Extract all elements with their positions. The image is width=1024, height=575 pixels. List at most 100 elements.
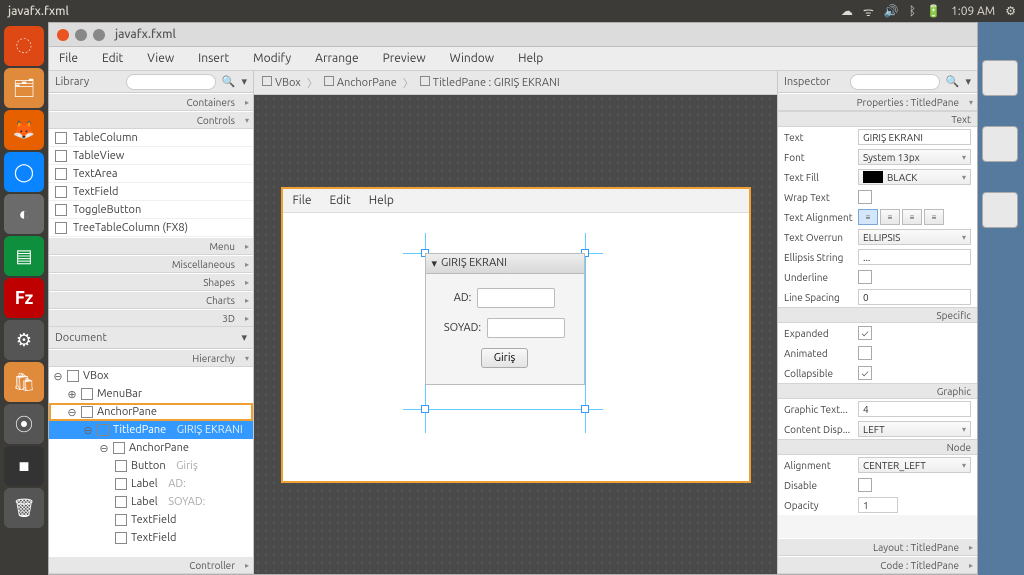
prop-text-input[interactable]: GIRIŞ EKRANI	[858, 129, 971, 145]
inspector-search-input[interactable]	[850, 74, 940, 90]
cloud-icon[interactable]: ☁	[841, 4, 853, 18]
preview-menu-help[interactable]: Help	[369, 194, 394, 207]
align-justify-button[interactable]: ≡	[924, 209, 944, 225]
library-item-textarea[interactable]: TextArea	[49, 165, 253, 183]
library-section-containers[interactable]: Containers	[49, 93, 253, 111]
align-center-button[interactable]: ≡	[880, 209, 900, 225]
preview-menu-edit[interactable]: Edit	[330, 194, 351, 207]
bluetooth-icon[interactable]: ᛒ	[909, 5, 916, 18]
launcher-firefox[interactable]: 🦊	[4, 110, 44, 150]
library-section-shapes[interactable]: Shapes	[49, 273, 253, 291]
launcher-files[interactable]: 🗂	[4, 68, 44, 108]
library-item-tableview[interactable]: TableView	[49, 147, 253, 165]
window-titlebar[interactable]: javafx.fxml	[49, 23, 977, 47]
input-soyad[interactable]	[487, 318, 565, 338]
window-maximize-button[interactable]	[93, 29, 105, 41]
prop-animated-checkbox[interactable]	[858, 346, 872, 360]
launcher-libreoffice[interactable]: ▤	[4, 236, 44, 276]
inspector-code-head[interactable]: Code : TitledPane	[778, 556, 977, 574]
tree-node-anchorpane-2[interactable]: ⊖AnchorPane	[49, 439, 253, 457]
prop-underline-checkbox[interactable]	[858, 270, 872, 284]
menu-help[interactable]: Help	[518, 52, 543, 65]
document-menu-icon[interactable]: ▾	[241, 331, 247, 344]
menu-view[interactable]: View	[147, 52, 174, 65]
prop-disable-checkbox[interactable]	[858, 478, 872, 492]
wifi-icon[interactable]: ᯤ	[863, 3, 874, 20]
prop-overrun-combo[interactable]: ELLIPSIS	[858, 229, 971, 245]
titledpane-header[interactable]: ▾ GIRIŞ EKRANI	[426, 254, 584, 274]
preview-anchorpane[interactable]: ▾ GIRIŞ EKRANI AD: SOYAD:	[283, 213, 749, 481]
prop-expanded-checkbox[interactable]: ✓	[858, 326, 872, 340]
library-section-charts[interactable]: Charts	[49, 291, 253, 309]
menu-file[interactable]: File	[59, 52, 78, 65]
launcher-settings[interactable]: ⚙	[4, 320, 44, 360]
document-section-hierarchy[interactable]: Hierarchy	[49, 349, 253, 367]
window-close-button[interactable]	[57, 29, 69, 41]
preview-titledpane[interactable]: ▾ GIRIŞ EKRANI AD: SOYAD:	[425, 253, 585, 385]
launcher-app[interactable]: ◐	[4, 194, 44, 234]
desktop-file-3[interactable]	[982, 192, 1018, 228]
tree-node-label-ad[interactable]: Label AD:	[49, 475, 253, 493]
tree-node-anchorpane-1[interactable]: ⊖AnchorPane	[49, 403, 253, 421]
breadcrumb-item-3[interactable]: TitledPane : GIRIŞ EKRANI	[420, 76, 560, 89]
align-right-button[interactable]: ≡	[902, 209, 922, 225]
launcher-dash[interactable]: ◌	[4, 26, 44, 66]
launcher-tool[interactable]: ⦿	[4, 404, 44, 444]
prop-ellipsis-input[interactable]: ...	[858, 249, 971, 265]
library-section-3d[interactable]: 3D	[49, 309, 253, 327]
clock[interactable]: 1:09 AM	[951, 5, 995, 18]
launcher-filezilla[interactable]: Fz	[4, 278, 44, 318]
tree-node-button[interactable]: Button Giriş	[49, 457, 253, 475]
menu-modify[interactable]: Modify	[253, 52, 291, 65]
menu-edit[interactable]: Edit	[102, 52, 123, 65]
prop-collapsible-checkbox[interactable]: ✓	[858, 366, 872, 380]
prop-contentdisplay-combo[interactable]: LEFT	[858, 421, 971, 437]
tree-node-textfield-1[interactable]: TextField	[49, 511, 253, 529]
launcher-trash[interactable]: 🗑	[4, 488, 44, 528]
library-item-tablecolumn[interactable]: TableColumn	[49, 129, 253, 147]
launcher-software[interactable]: 🛍	[4, 362, 44, 402]
prop-font-combo[interactable]: System 13px	[858, 149, 971, 165]
library-item-togglebutton[interactable]: ToggleButton	[49, 201, 253, 219]
library-menu-icon[interactable]: ▾	[241, 75, 247, 88]
menu-window[interactable]: Window	[450, 52, 494, 65]
breadcrumb-item-1[interactable]: VBox	[262, 76, 301, 89]
inspector-menu-icon[interactable]: ▾	[965, 75, 971, 88]
volume-icon[interactable]: 🔊	[884, 4, 899, 18]
desktop-file-1[interactable]	[982, 60, 1018, 96]
library-section-controls[interactable]: Controls	[49, 111, 253, 129]
launcher-chromium[interactable]: ◯	[4, 152, 44, 192]
tree-node-menubar[interactable]: ⊕MenuBar	[49, 385, 253, 403]
prop-linespacing-input[interactable]: 0	[858, 289, 971, 305]
inspector-search-icon[interactable]: 🔍	[946, 75, 960, 88]
preview-root[interactable]: File Edit Help	[281, 187, 751, 483]
tree-node-label-soyad[interactable]: Label SOYAD:	[49, 493, 253, 511]
inspector-layout-head[interactable]: Layout : TitledPane	[778, 538, 977, 556]
prop-alignment-combo[interactable]: CENTER_LEFT	[858, 457, 971, 473]
menu-insert[interactable]: Insert	[198, 52, 229, 65]
system-tray[interactable]: ☁ ᯤ 🔊 ᛒ 🔋 1:09 AM ⚙	[841, 3, 1016, 20]
library-section-menu[interactable]: Menu	[49, 237, 253, 255]
library-item-textfield[interactable]: TextField	[49, 183, 253, 201]
desktop-file-2[interactable]	[982, 126, 1018, 162]
preview-menu-file[interactable]: File	[293, 194, 312, 207]
prop-opacity-input[interactable]: 1	[858, 497, 898, 513]
tree-node-textfield-2[interactable]: TextField	[49, 529, 253, 547]
align-left-button[interactable]: ≡	[858, 209, 878, 225]
prop-textfill-combo[interactable]: BLACK	[858, 169, 971, 185]
launcher-terminal[interactable]: ■	[4, 446, 44, 486]
breadcrumb-item-2[interactable]: AnchorPane	[324, 76, 397, 89]
menu-arrange[interactable]: Arrange	[315, 52, 358, 65]
prop-wraptext-checkbox[interactable]	[858, 190, 872, 204]
library-section-misc[interactable]: Miscellaneous	[49, 255, 253, 273]
document-section-controller[interactable]: Controller	[49, 556, 253, 574]
tree-node-vbox[interactable]: ⊖VBox	[49, 367, 253, 385]
input-ad[interactable]	[477, 288, 555, 308]
library-item-treetablecolumn[interactable]: TreeTableColumn (FX8)	[49, 219, 253, 237]
menu-preview[interactable]: Preview	[383, 52, 426, 65]
battery-icon[interactable]: 🔋	[926, 4, 941, 18]
prop-graphictextgap-input[interactable]: 4	[858, 401, 971, 417]
tree-node-titledpane[interactable]: ⊖TitledPane GIRIŞ EKRANI	[49, 421, 253, 439]
settings-gear-icon[interactable]: ⚙	[1005, 4, 1016, 18]
library-search-icon[interactable]: 🔍	[222, 75, 236, 88]
